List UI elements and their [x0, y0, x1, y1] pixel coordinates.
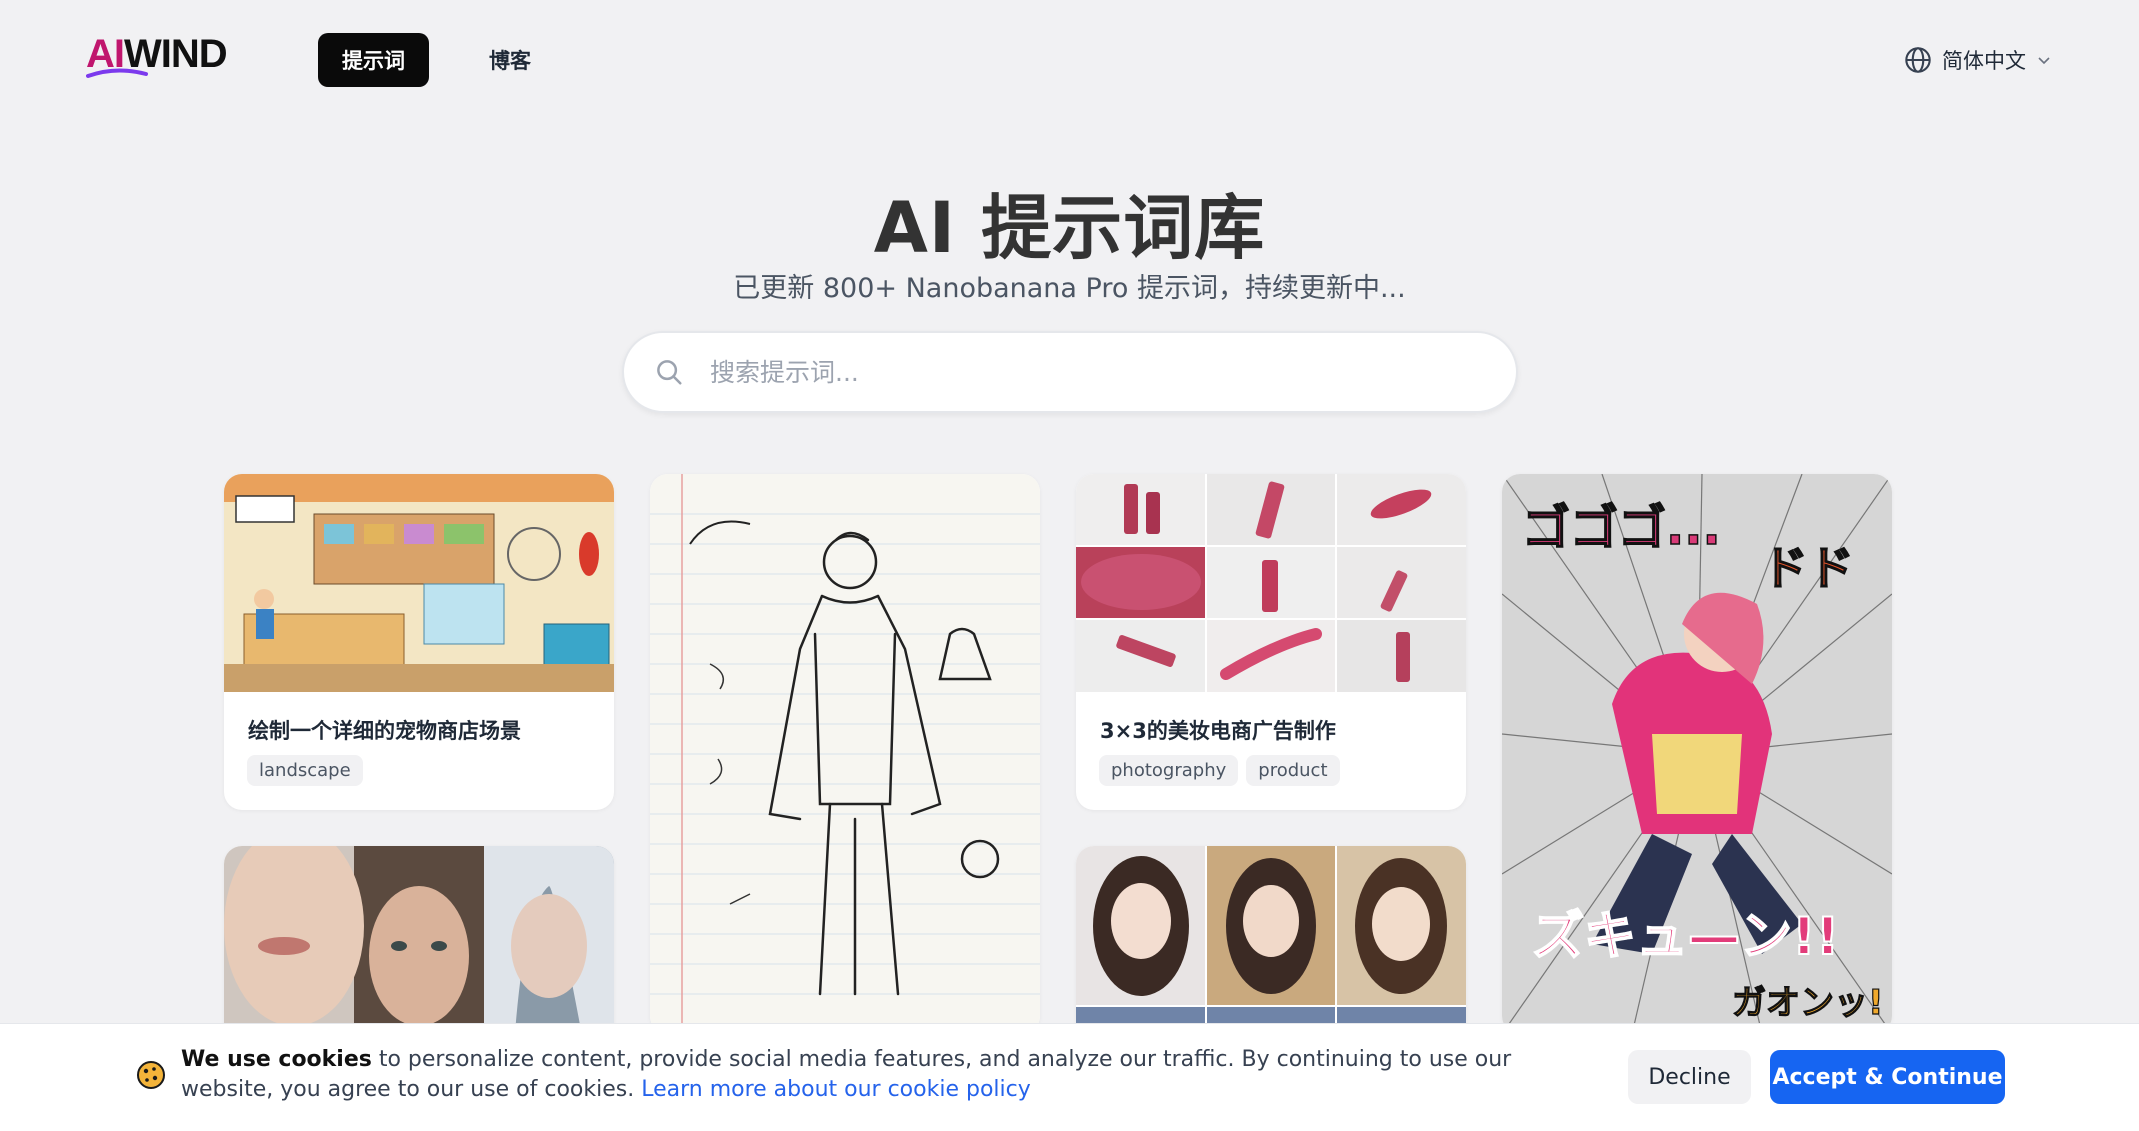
search-input[interactable]	[710, 357, 1470, 387]
svg-text:ズキュ—ン!!: ズキュ—ン!!	[1532, 907, 1839, 967]
card-image-girl-portraits	[1076, 846, 1466, 1046]
tag-chip[interactable]: landscape	[247, 755, 363, 786]
cookie-icon	[137, 1061, 165, 1089]
prompt-card[interactable]	[224, 846, 614, 1046]
chevron-down-icon	[2038, 57, 2050, 65]
prompt-card[interactable]: ゴゴゴ... ドド ズキュ—ン!! ガオンッ!	[1502, 474, 1892, 1034]
card-tags: landscape	[247, 755, 363, 786]
svg-text:ゴゴゴ...: ゴゴゴ...	[1522, 500, 1721, 556]
prompt-card[interactable]	[650, 474, 1040, 1034]
accept-button[interactable]: Accept & Continue	[1770, 1050, 2005, 1104]
search-icon	[657, 360, 682, 385]
aiwind-logo[interactable]: AIWIND	[86, 30, 246, 86]
card-title: 3×3的美妆电商广告制作	[1100, 719, 1336, 743]
language-selector[interactable]: 简体中文	[1904, 41, 2052, 79]
decline-button[interactable]: Decline	[1628, 1050, 1751, 1104]
card-image-portraits	[224, 846, 614, 1046]
card-title: 绘制一个详细的宠物商店场景	[248, 719, 521, 743]
nav-blog-link[interactable]: 博客	[470, 33, 550, 87]
card-image-manga-poster: ゴゴゴ... ドド ズキュ—ン!! ガオンッ!	[1502, 474, 1892, 1034]
svg-text:ドド: ドド	[1762, 541, 1854, 595]
prompt-card[interactable]: 绘制一个详细的宠物商店场景 landscape	[224, 474, 614, 810]
language-label: 简体中文	[1942, 49, 2026, 73]
prompt-card[interactable]: 3×3的美妆电商广告制作 photography product	[1076, 474, 1466, 810]
cookie-policy-link[interactable]: Learn more about our cookie policy	[641, 1077, 1031, 1102]
svg-text:ガオンッ!: ガオンッ!	[1732, 983, 1884, 1023]
nav-prompts-button[interactable]: 提示词	[318, 33, 429, 87]
page-subtitle: 已更新 800+ Nanobanana Pro 提示词，持续更新中...	[733, 273, 1406, 304]
card-image-ootd-sketch	[650, 474, 1040, 1034]
globe-icon	[1905, 47, 1931, 73]
tag-chip[interactable]: photography	[1099, 755, 1239, 786]
card-image-pet-shop	[224, 474, 614, 692]
prompt-card[interactable]	[1076, 846, 1466, 1046]
card-image-cosmetics-grid	[1076, 474, 1466, 692]
search-bar[interactable]	[622, 331, 1518, 413]
page-title: AI 提示词库	[873, 187, 1266, 269]
cookie-lead: We use cookies	[181, 1047, 372, 1072]
top-nav: AIWIND 提示词 博客 简体中文	[0, 0, 2139, 120]
cookie-message: We use cookies to personalize content, p…	[181, 1045, 1601, 1105]
card-tags: photography product	[1099, 755, 1340, 786]
logo-swoosh-icon	[86, 68, 148, 78]
tag-chip[interactable]: product	[1246, 755, 1340, 786]
